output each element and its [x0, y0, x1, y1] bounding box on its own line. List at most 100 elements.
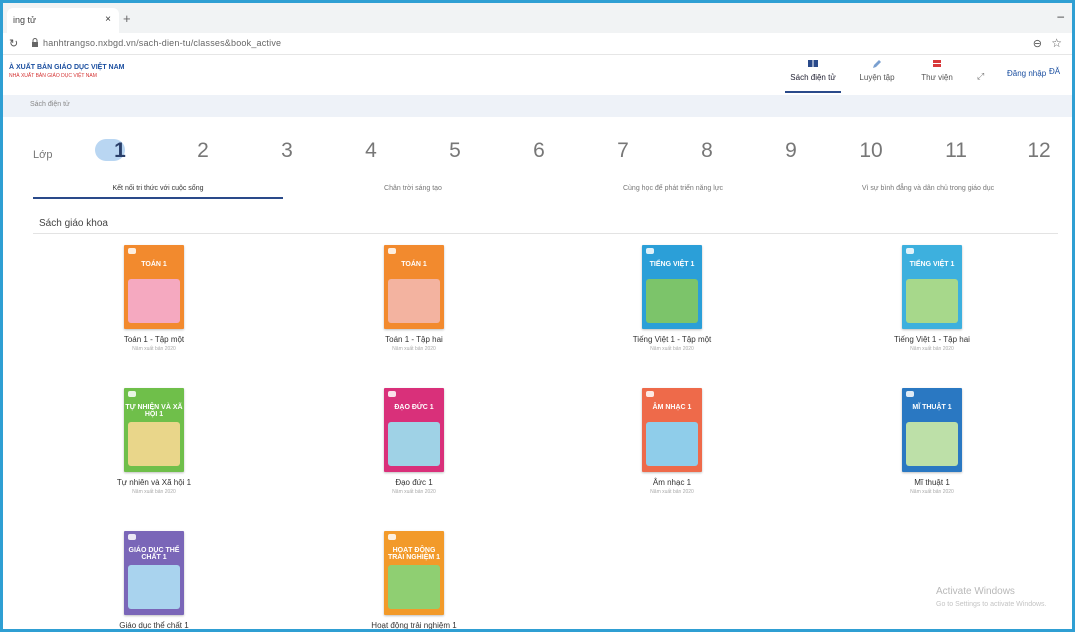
bookmark-star-icon[interactable]: ☆: [1051, 36, 1062, 50]
book-cover[interactable]: ĐẠO ĐỨC 1: [384, 388, 444, 472]
book-card[interactable]: GIÁO DỤC THỂ CHẤT 1 Giáo dục thể chất 1: [89, 531, 219, 629]
book-card[interactable]: ÂM NHẠC 1 Âm nhạc 1 Năm xuất bản 2020: [607, 388, 737, 495]
book-title[interactable]: Tiếng Việt 1 - Tập một: [607, 335, 737, 344]
site-header: À XUẤT BẢN GIÁO DỤC VIỆT NAM NHÀ XUẤT BẢ…: [3, 55, 1072, 95]
grade-9[interactable]: 9: [773, 139, 809, 163]
book-cover[interactable]: TIẾNG VIỆT 1: [902, 245, 962, 329]
book-title[interactable]: Âm nhạc 1: [607, 478, 737, 487]
new-tab-button[interactable]: +: [123, 11, 131, 26]
book-title[interactable]: Toán 1 - Tập một: [89, 335, 219, 344]
tab-cung-hoc[interactable]: Cùng học để phát triển năng lực: [563, 185, 783, 192]
book-year: Năm xuất bản 2020: [910, 489, 954, 495]
grade-1[interactable]: 1: [102, 139, 138, 163]
book-cover-title: MĨ THUẬT 1: [912, 404, 952, 411]
book-cover[interactable]: TOÁN 1: [384, 245, 444, 329]
publisher-badge-icon: [646, 248, 654, 254]
breadcrumb: Sách điện tử: [3, 95, 1072, 117]
section-divider: [33, 233, 1058, 234]
grade-5[interactable]: 5: [437, 139, 473, 163]
book-cover-illustration: [388, 279, 440, 323]
book-card[interactable]: TOÁN 1 Toán 1 - Tập hai Năm xuất bản 2020: [349, 245, 479, 352]
book-cover[interactable]: GIÁO DỤC THỂ CHẤT 1: [124, 531, 184, 615]
book-cover-title: TOÁN 1: [401, 261, 427, 268]
breadcrumb-item[interactable]: Sách điện tử: [30, 101, 70, 108]
book-card[interactable]: HOẠT ĐỘNG TRẢI NGHIỆM 1 Hoạt động trải ng…: [349, 531, 479, 629]
book-cover-illustration: [128, 279, 180, 323]
nav-ebook[interactable]: Sách điện tử: [785, 59, 841, 93]
publisher-badge-icon: [388, 534, 396, 540]
book-year: Năm xuất bản 2020: [132, 346, 176, 352]
grade-4[interactable]: 4: [353, 139, 389, 163]
grade-10[interactable]: 10: [853, 139, 889, 163]
nav-library[interactable]: Thư viện: [909, 59, 965, 93]
site-logo-subtitle: NHÀ XUẤT BẢN GIÁO DỤC VIỆT NAM: [9, 73, 97, 79]
book-title[interactable]: Đạo đức 1: [349, 478, 479, 487]
book-title[interactable]: Hoạt động trải nghiệm 1: [349, 621, 479, 629]
book-card[interactable]: MĨ THUẬT 1 Mĩ thuật 1 Năm xuất bản 2020: [867, 388, 997, 495]
book-title[interactable]: Giáo dục thể chất 1: [89, 621, 219, 629]
book-cover[interactable]: ÂM NHẠC 1: [642, 388, 702, 472]
login-button[interactable]: Đăng nhập: [1003, 67, 1050, 80]
nav-practice-label: Luyện tập: [859, 73, 895, 82]
register-button[interactable]: ĐĂ: [1049, 67, 1060, 76]
book-card[interactable]: TIẾNG VIỆT 1 Tiếng Việt 1 - Tập một Năm xu…: [607, 245, 737, 352]
library-icon: [909, 59, 965, 73]
book-title[interactable]: Tiếng Việt 1 - Tập hai: [867, 335, 997, 344]
book-cover-illustration: [906, 279, 958, 323]
book-title[interactable]: Mĩ thuật 1: [867, 478, 997, 487]
book-cover[interactable]: TIẾNG VIỆT 1: [642, 245, 702, 329]
book-cover[interactable]: TOÁN 1: [124, 245, 184, 329]
book-cover-title: TOÁN 1: [141, 261, 167, 268]
book-card[interactable]: TOÁN 1 Toán 1 - Tập một Năm xuất bản 2020: [89, 245, 219, 352]
nav-ebook-label: Sách điện tử: [790, 73, 836, 82]
grade-label: Lớp: [33, 149, 53, 161]
activate-windows-watermark: Activate Windows: [936, 586, 1015, 597]
grade-12[interactable]: 12: [1021, 139, 1057, 163]
zoom-icon[interactable]: ⊖: [1033, 37, 1042, 50]
book-title[interactable]: Toán 1 - Tập hai: [349, 335, 479, 344]
expand-icon[interactable]: ⤢: [977, 71, 984, 82]
book-cover-title: ÂM NHẠC 1: [652, 404, 692, 411]
book-card[interactable]: TIẾNG VIỆT 1 Tiếng Việt 1 - Tập hai Năm xu…: [867, 245, 997, 352]
book-cover-title: GIÁO DỤC THỂ CHẤT 1: [128, 547, 180, 561]
browser-tab[interactable]: ing tử ×: [7, 8, 119, 33]
close-icon[interactable]: ×: [105, 14, 111, 25]
publisher-badge-icon: [128, 534, 136, 540]
tab-title: ing tử: [13, 15, 37, 25]
minimize-icon[interactable]: –: [1057, 9, 1064, 23]
book-year: Năm xuất bản 2020: [650, 346, 694, 352]
activate-windows-hint: Go to Settings to activate Windows.: [936, 601, 1047, 608]
tab-vi-su-binh-dang[interactable]: Vì sự bình đẳng và dân chủ trong giáo dụ…: [803, 185, 1053, 192]
book-card[interactable]: TỰ NHIÊN VÀ XÃ HỘI 1 Tự nhiên và Xã hội 1…: [89, 388, 219, 495]
publisher-badge-icon: [646, 391, 654, 397]
book-card[interactable]: ĐẠO ĐỨC 1 Đạo đức 1 Năm xuất bản 2020: [349, 388, 479, 495]
grade-7[interactable]: 7: [605, 139, 641, 163]
reload-icon[interactable]: ↻: [9, 37, 18, 50]
book-year: Năm xuất bản 2020: [392, 489, 436, 495]
book-cover-illustration: [388, 422, 440, 466]
tab-ket-noi-tri-thuc[interactable]: Kết nối tri thức với cuộc sống: [33, 185, 283, 192]
book-cover[interactable]: HOẠT ĐỘNG TRẢI NGHIỆM 1: [384, 531, 444, 615]
book-cover-illustration: [646, 422, 698, 466]
book-title[interactable]: Tự nhiên và Xã hội 1: [89, 478, 219, 487]
grade-6[interactable]: 6: [521, 139, 557, 163]
book-cover-title: ĐẠO ĐỨC 1: [394, 404, 434, 411]
url-input[interactable]: hanhtrangso.nxbgd.vn/sach-dien-tu/classe…: [43, 38, 281, 48]
book-cover-illustration: [128, 422, 180, 466]
book-cover-title: HOẠT ĐỘNG TRẢI NGHIỆM 1: [387, 547, 441, 561]
book-year: Năm xuất bản 2020: [392, 346, 436, 352]
book-cover[interactable]: TỰ NHIÊN VÀ XÃ HỘI 1: [124, 388, 184, 472]
grade-3[interactable]: 3: [269, 139, 305, 163]
book-cover-title: TIẾNG VIỆT 1: [649, 261, 695, 268]
tab-chan-troi-sang-tao[interactable]: Chân trời sáng tạo: [303, 185, 523, 192]
grade-8[interactable]: 8: [689, 139, 725, 163]
lock-icon: [31, 38, 39, 49]
book-cover[interactable]: MĨ THUẬT 1: [902, 388, 962, 472]
book-year: Năm xuất bản 2020: [910, 346, 954, 352]
site-logo[interactable]: À XUẤT BẢN GIÁO DỤC VIỆT NAM: [9, 64, 125, 71]
grade-2[interactable]: 2: [185, 139, 221, 163]
book-icon: [785, 59, 841, 73]
grade-11[interactable]: 11: [938, 139, 974, 163]
nav-practice[interactable]: Luyện tập: [849, 59, 905, 93]
book-cover-title: TIẾNG VIỆT 1: [909, 261, 955, 268]
